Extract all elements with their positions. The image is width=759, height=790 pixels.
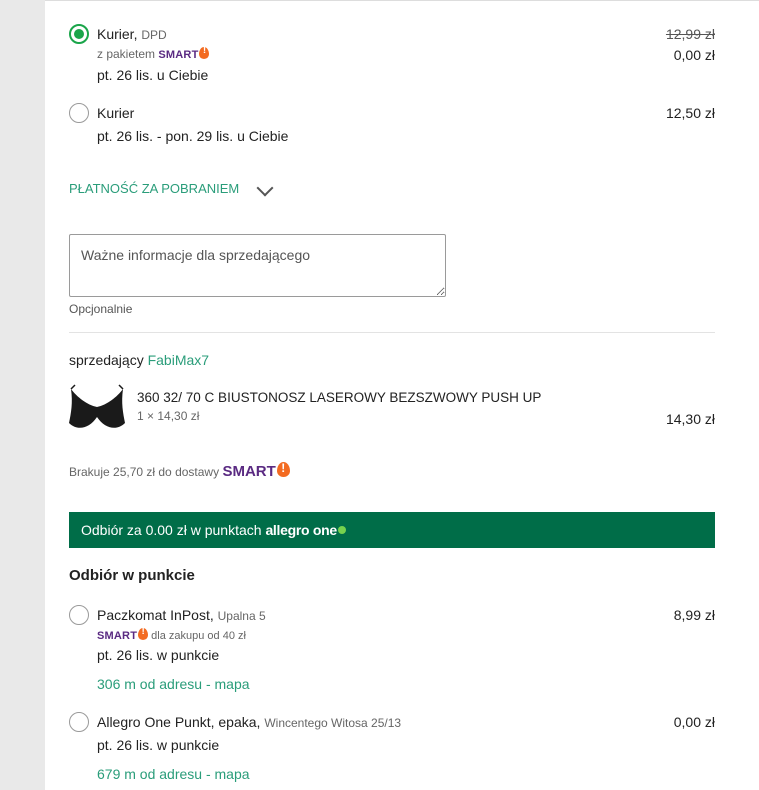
note-hint: Opcjonalnie (69, 302, 133, 316)
old-price: 12,99 zł (665, 26, 715, 42)
seller-prefix: sprzedający (69, 352, 144, 368)
cod-toggle[interactable]: PŁATNOŚĆ ZA POBRANIEM (69, 181, 239, 196)
smart-badge-icon (138, 626, 149, 640)
option-carrier: DPD (141, 28, 167, 42)
option-address: Wincentego Witosa 25/13 (264, 716, 402, 730)
price: 12,50 zł (665, 105, 715, 121)
option-courier-dpd[interactable]: Kurier, DPD (97, 26, 167, 42)
left-gutter (0, 0, 45, 790)
product-image[interactable] (67, 383, 127, 433)
map-link[interactable]: 679 m od adresu - mapa (97, 766, 250, 782)
smart-missing-text: Brakuje 25,70 zł do dostawy (69, 465, 220, 479)
map-link[interactable]: 306 m od adresu - mapa (97, 676, 250, 692)
delivery-date: pt. 26 lis. w punkcie (97, 647, 220, 663)
option-courier[interactable]: Kurier (97, 105, 134, 121)
option-paczkomat[interactable]: Paczkomat InPost, Upalna 5 (97, 607, 266, 623)
option-name: Allegro One Punkt, epaka, (97, 714, 261, 730)
delivery-date: pt. 26 lis. w punkcie (97, 737, 220, 753)
allegro-one-logo: allegro one (265, 522, 337, 538)
smart-badge-icon (276, 461, 290, 477)
price: 8,99 zł (673, 607, 715, 623)
allegro-one-dot-icon (337, 526, 346, 534)
seller-link[interactable]: FabiMax7 (148, 352, 209, 368)
price: 0,00 zł (673, 714, 715, 730)
seller-note-input[interactable] (69, 234, 446, 297)
seller-line: sprzedający FabiMax7 (69, 352, 209, 368)
option-address: Upalna 5 (217, 609, 266, 623)
banner-text: Odbiór za 0.00 zł w punktach (81, 522, 262, 538)
allegro-one-banner: Odbiór za 0.00 zł w punktach allegro one (69, 512, 715, 548)
smart-missing-line: Brakuje 25,70 zł do dostawy SMART (69, 461, 290, 480)
delivery-panel: Kurier, DPD z pakietem SMART pt. 26 lis.… (45, 0, 759, 790)
product-total: 14,30 zł (665, 411, 715, 427)
radio-allegro-one-punkt[interactable] (69, 712, 89, 732)
smart-logo: SMART (222, 463, 276, 480)
smart-badge-icon (199, 45, 210, 59)
divider (69, 332, 715, 333)
option-allegro-one-punkt[interactable]: Allegro One Punkt, epaka, Wincentego Wit… (97, 714, 401, 730)
smart-line: SMART dla zakupu od 40 zł (97, 626, 246, 642)
smart-note: dla zakupu od 40 zł (151, 630, 246, 642)
product-quantity-price: 1 × 14,30 zł (137, 409, 200, 423)
smart-logo: SMART (158, 49, 199, 61)
chevron-down-icon[interactable] (256, 179, 274, 197)
radio-courier-dpd[interactable] (69, 24, 89, 44)
option-name: Paczkomat InPost, (97, 607, 214, 623)
radio-courier[interactable] (69, 103, 89, 123)
smart-prefix: z pakietem (97, 47, 156, 61)
smart-logo: SMART (97, 630, 138, 642)
delivery-date: pt. 26 lis. u Ciebie (97, 67, 209, 83)
smart-package-line: z pakietem SMART (97, 45, 210, 61)
pickup-section-title: Odbiór w punkcie (69, 567, 195, 584)
product-title[interactable]: 360 32/ 70 C BIUSTONOSZ LASEROWY BEZSZWO… (137, 390, 541, 405)
delivery-date: pt. 26 lis. - pon. 29 lis. u Ciebie (97, 128, 289, 144)
option-name: Kurier, (97, 26, 138, 42)
price: 0,00 zł (673, 47, 715, 63)
radio-paczkomat[interactable] (69, 605, 89, 625)
